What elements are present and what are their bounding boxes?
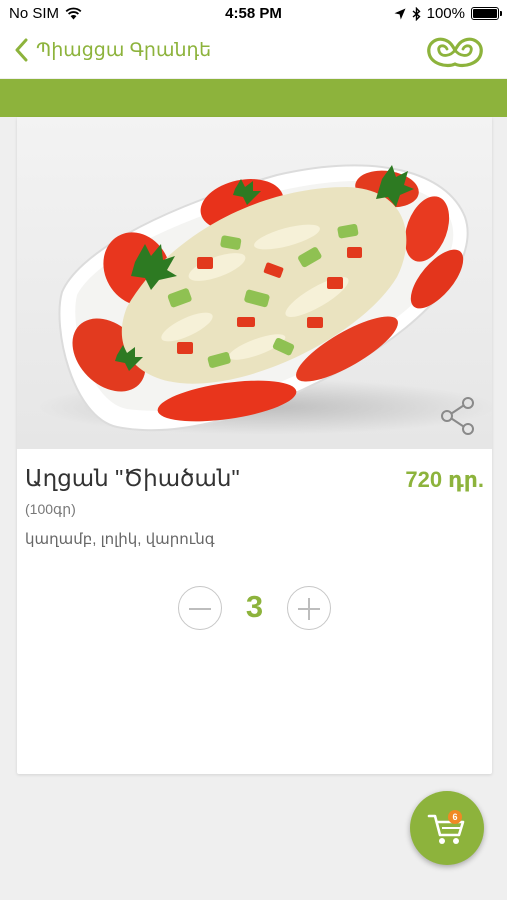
- header-band: [0, 79, 507, 117]
- bluetooth-icon: [412, 6, 421, 21]
- status-right: 100%: [394, 5, 502, 22]
- quantity-value: 3: [245, 589, 264, 624]
- minus-icon: [189, 608, 211, 610]
- battery-percent: 100%: [426, 5, 465, 22]
- nav-bar: Պիացցա Գրանդե: [0, 28, 507, 78]
- decrease-quantity-button[interactable]: [178, 586, 222, 630]
- salad-illustration: [37, 164, 492, 435]
- chevron-left-icon: [15, 38, 28, 62]
- product-price: 720 դր.: [405, 467, 484, 492]
- battery-icon: [471, 7, 502, 20]
- product-title: Աղցան "Ծիածան": [25, 465, 240, 491]
- brand-logo-icon[interactable]: [425, 34, 485, 70]
- back-button[interactable]: Պիացցա Գրանդե: [14, 38, 211, 62]
- product-ingredients: կաղամբ, լոլիկ, վարունգ: [25, 531, 215, 548]
- increase-quantity-button[interactable]: [287, 586, 331, 630]
- salad-photo: [17, 117, 492, 449]
- battery-level: [473, 9, 497, 18]
- share-icon[interactable]: [438, 395, 478, 437]
- status-bar: No SIM 4:58 PM 100%: [0, 0, 507, 28]
- product-weight: (100գր): [25, 501, 76, 517]
- cart-button[interactable]: 6: [410, 791, 484, 865]
- product-card: Աղցան "Ծիածան" 720 դր. (100գր) կաղամբ, լ…: [17, 117, 492, 774]
- quantity-stepper: 3: [17, 585, 492, 631]
- back-button-label: Պիացցա Գրանդե: [36, 39, 212, 61]
- cart-count-badge: 6: [448, 810, 462, 824]
- location-arrow-icon: [394, 8, 406, 19]
